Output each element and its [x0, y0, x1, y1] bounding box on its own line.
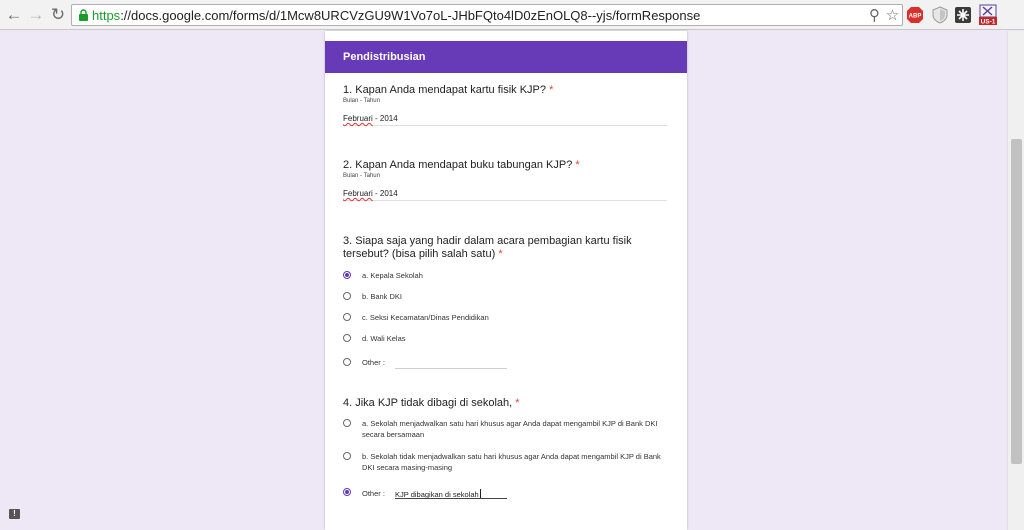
- radio-q3-option-d[interactable]: [343, 334, 351, 342]
- question-2-help: Bulan - Tahun: [343, 173, 380, 179]
- other-label: Other :: [362, 489, 385, 498]
- page-scrollbar[interactable]: [1007, 31, 1024, 530]
- radio-q3-option-c[interactable]: [343, 313, 351, 321]
- option-label: c. Seksi Kecamatan/Dinas Pendidikan: [362, 313, 489, 322]
- puzzle-icon[interactable]: [954, 6, 972, 24]
- q4-other-input[interactable]: KJP dibagikan di sekolah: [395, 489, 507, 499]
- radio-q4-option-b[interactable]: [343, 452, 351, 460]
- question-2-title: 2. Kapan Anda mendapat buku tabungan KJP…: [343, 159, 580, 171]
- star-icon[interactable]: ☆: [884, 7, 901, 24]
- scrollbar-thumb[interactable]: [1011, 139, 1022, 464]
- forward-arrow-icon[interactable]: →: [26, 5, 46, 25]
- text-caret: [479, 489, 481, 498]
- option-label: d. Wali Kelas: [362, 334, 406, 343]
- section-header: Pendistribusian: [325, 41, 687, 73]
- option-label: a. Kepala Sekolah: [362, 271, 423, 280]
- option-label: a. Sekolah menjadwalkan satu hari khusus…: [362, 419, 658, 439]
- question-1-input[interactable]: Februari - 2014: [343, 112, 667, 126]
- feedback-icon[interactable]: !: [9, 509, 20, 519]
- other-label: Other :: [362, 358, 385, 367]
- question-1-help: Bulan - Tahun: [343, 98, 380, 104]
- address-bar[interactable]: https://docs.google.com/forms/d/1Mcw8URC…: [71, 4, 903, 26]
- reload-icon[interactable]: ↻: [48, 5, 68, 25]
- question-2-input[interactable]: Februari - 2014: [343, 187, 667, 201]
- abp-icon[interactable]: ABP: [906, 6, 924, 24]
- url-text: https://docs.google.com/forms/d/1Mcw8URC…: [92, 8, 701, 23]
- form-card: Pendistribusian 1. Kapan Anda mendapat k…: [325, 31, 687, 530]
- question-3-title: 3. Siapa saja yang hadir dalam acara pem…: [343, 235, 632, 260]
- zoom-icon[interactable]: ⚲: [866, 7, 883, 24]
- q3-other-input[interactable]: [395, 359, 507, 369]
- radio-q4-option-a[interactable]: [343, 419, 351, 427]
- radio-q3-option-b[interactable]: [343, 292, 351, 300]
- radio-q4-other[interactable]: [343, 488, 351, 496]
- lock-icon: [79, 9, 88, 21]
- question-4-title: 4. Jika KJP tidak dibagi di sekolah, *: [343, 397, 520, 409]
- back-arrow-icon[interactable]: ←: [4, 5, 24, 25]
- option-label: b. Bank DKI: [362, 292, 403, 301]
- flag-icon[interactable]: US-1: [978, 4, 998, 26]
- shield-icon[interactable]: [931, 6, 949, 24]
- question-1-title: 1. Kapan Anda mendapat kartu fisik KJP? …: [343, 84, 554, 96]
- radio-q3-other[interactable]: [343, 358, 351, 366]
- option-label: b. Sekolah tidak menjadwalkan satu hari …: [362, 452, 661, 472]
- radio-q3-option-a[interactable]: [343, 271, 351, 279]
- svg-text:ABP: ABP: [909, 14, 922, 20]
- browser-toolbar: ← → ↻ https://docs.google.com/forms/d/1M…: [0, 0, 1024, 30]
- svg-text:US-1: US-1: [981, 19, 996, 26]
